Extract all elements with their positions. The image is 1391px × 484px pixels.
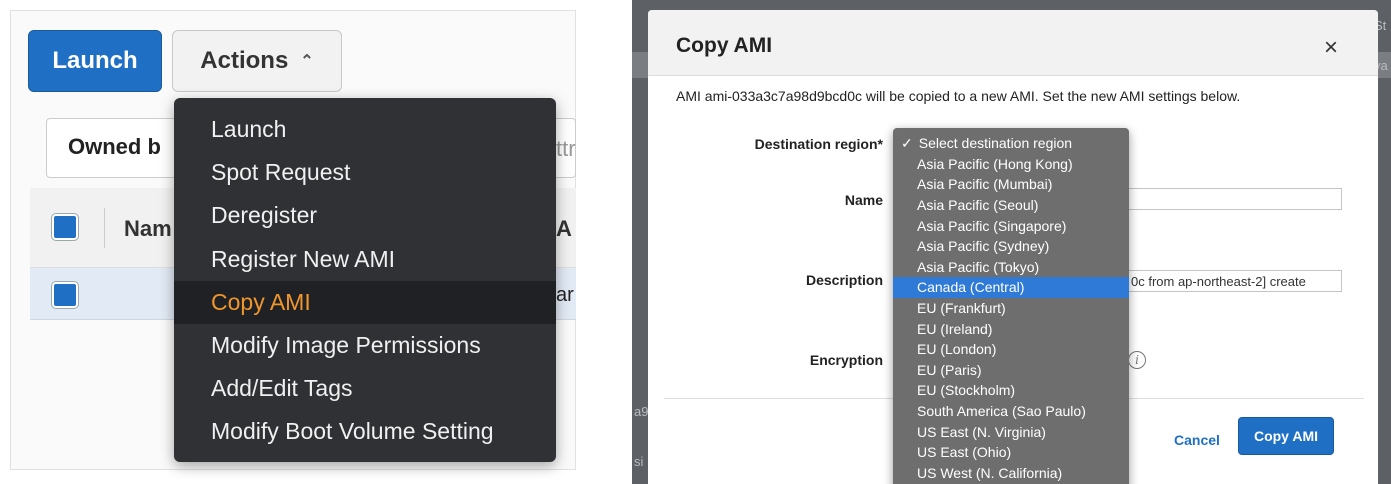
owned-by-filter[interactable]: Owned b <box>68 134 161 160</box>
region-option[interactable]: Asia Pacific (Singapore) <box>893 215 1129 236</box>
launch-button-label: Launch <box>52 47 138 74</box>
destination-region-dropdown[interactable]: ✓ Select destination region Asia Pacific (… <box>893 128 1129 484</box>
menu-item-register-new-ami[interactable]: Register New AMI <box>174 238 556 281</box>
column-header-name[interactable]: Nam <box>124 216 172 242</box>
region-option-label: EU (Paris) <box>917 361 982 378</box>
name-field[interactable] <box>1126 188 1342 210</box>
region-option[interactable]: Asia Pacific (Sydney) <box>893 236 1129 257</box>
cancel-button[interactable]: Cancel <box>1174 432 1220 448</box>
region-option-label: US East (N. Virginia) <box>917 423 1046 440</box>
region-option-label: EU (Ireland) <box>917 320 993 337</box>
region-option[interactable]: US West (N. California) <box>893 463 1129 484</box>
region-option[interactable]: EU (London) <box>893 339 1129 360</box>
copy-ami-button[interactable]: Copy AMI <box>1238 417 1334 455</box>
close-icon[interactable]: × <box>1324 34 1338 62</box>
region-option-label: Asia Pacific (Hong Kong) <box>917 155 1073 172</box>
region-option[interactable]: Asia Pacific (Mumbai) <box>893 174 1129 195</box>
actions-button-label: Actions <box>200 47 289 74</box>
region-option-label: EU (London) <box>917 341 997 358</box>
region-option[interactable]: EU (Frankfurt) <box>893 298 1129 319</box>
column-header-ami[interactable]: A <box>556 216 572 242</box>
actions-dropdown-menu: Launch Spot Request Deregister Register New… <box>174 98 556 462</box>
row-cell-fragment: ar <box>556 284 574 306</box>
menu-item-add-edit-tags[interactable]: Add/Edit Tags <box>174 367 556 410</box>
dialog-intro-text: AMI ami-033a3c7a98d9bcd0c will be copied… <box>676 88 1241 104</box>
region-option-label: Select destination region <box>918 135 1073 152</box>
region-option[interactable]: Asia Pacific (Seoul) <box>893 195 1129 216</box>
row-checkbox[interactable] <box>52 282 78 308</box>
region-option[interactable]: EU (Stockholm) <box>893 380 1129 401</box>
menu-item-deregister[interactable]: Deregister <box>174 194 556 237</box>
dialog-title: Copy AMI <box>676 34 773 57</box>
region-option-label: Asia Pacific (Singapore) <box>917 217 1067 234</box>
launch-button[interactable]: Launch <box>28 30 162 92</box>
region-option-label: South America (Sao Paulo) <box>917 403 1086 420</box>
description-field[interactable]: 0c from ap-northeast-2] create <box>1126 270 1342 292</box>
region-option-label: US East (Ohio) <box>917 444 1012 461</box>
region-option-label: Canada (Central) <box>917 279 1025 296</box>
region-option-label: Asia Pacific (Tokyo) <box>917 258 1040 275</box>
copy-ami-screen: St va a9 si Copy AMI × AMI ami-033a3c7a9… <box>632 0 1391 484</box>
background-text-fragment: si <box>634 454 644 469</box>
select-all-checkbox[interactable] <box>52 214 78 240</box>
region-option[interactable]: Asia Pacific (Hong Kong) <box>893 154 1129 175</box>
copy-ami-dialog: Copy AMI × AMI ami-033a3c7a98d9bcd0c wil… <box>648 10 1378 484</box>
region-option[interactable]: Canada (Central) <box>893 277 1129 298</box>
destination-region-label: Destination region* <box>754 136 883 152</box>
region-option-label: Asia Pacific (Mumbai) <box>917 176 1053 193</box>
region-option[interactable]: ✓ Select destination region <box>893 133 1129 154</box>
menu-item-modify-boot-volume-setting[interactable]: Modify Boot Volume Setting <box>174 410 556 453</box>
region-option[interactable]: US East (Ohio) <box>893 442 1129 463</box>
description-label: Description <box>805 272 883 288</box>
region-option[interactable]: Asia Pacific (Tokyo) <box>893 257 1129 278</box>
encryption-label: Encryption <box>809 352 883 368</box>
region-option-label: EU (Stockholm) <box>917 382 1016 399</box>
menu-item-modify-image-permissions[interactable]: Modify Image Permissions <box>174 324 556 367</box>
description-value: 0c from ap-northeast-2] create <box>1131 274 1306 289</box>
region-option-label: Asia Pacific (Sydney) <box>917 238 1050 255</box>
region-option-label: US West (N. California) <box>917 464 1063 481</box>
info-icon[interactable]: i <box>1128 351 1146 369</box>
dialog-header: Copy AMI × <box>648 10 1378 76</box>
ec2-ami-list-panel: Launch Actions ⌃ Owned b ttr Nam A ar La… <box>0 0 590 484</box>
region-option[interactable]: South America (Sao Paulo) <box>893 401 1129 422</box>
check-icon: ✓ <box>901 134 913 151</box>
name-label: Name <box>844 192 883 208</box>
chevron-up-icon: ⌃ <box>300 53 314 70</box>
menu-item-copy-ami[interactable]: Copy AMI <box>174 280 556 324</box>
filter-attribute-placeholder: ttr <box>556 136 576 161</box>
menu-item-spot-request[interactable]: Spot Request <box>174 151 556 194</box>
region-option[interactable]: EU (Paris) <box>893 360 1129 381</box>
region-option-label: EU (Frankfurt) <box>917 300 1006 317</box>
menu-item-launch[interactable]: Launch <box>174 108 556 151</box>
region-option-label: Asia Pacific (Seoul) <box>917 197 1039 214</box>
actions-button[interactable]: Actions ⌃ <box>172 30 342 92</box>
column-divider <box>104 208 105 248</box>
copy-ami-button-label: Copy AMI <box>1253 428 1319 444</box>
background-text-fragment: a9 <box>634 404 649 419</box>
region-option[interactable]: EU (Ireland) <box>893 318 1129 339</box>
region-option[interactable]: US East (N. Virginia) <box>893 421 1129 442</box>
